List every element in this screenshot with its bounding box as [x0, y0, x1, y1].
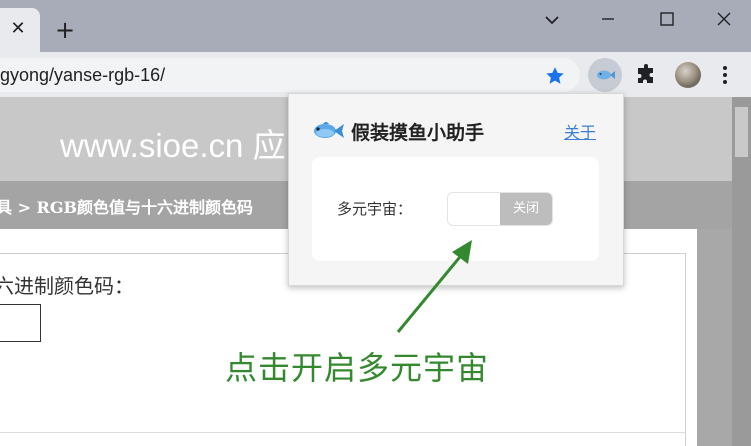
about-link[interactable]: 关于 [564, 119, 596, 143]
toggle-off-button[interactable]: 关闭 [500, 193, 552, 225]
chevron-down-icon[interactable] [540, 8, 564, 32]
scrollbar-thumb[interactable] [735, 107, 748, 157]
minimize-icon[interactable] [590, 6, 626, 32]
site-name[interactable]: www.sioe.cn 应 [60, 119, 286, 167]
browser-tab[interactable]: ✕ [0, 8, 40, 52]
breadcrumb-text[interactable]: 具 > RGB颜色值与十六进制颜色码 [0, 194, 253, 218]
fish-icon [311, 119, 345, 143]
puzzle-icon[interactable] [629, 58, 663, 92]
metaverse-toggle[interactable]: 关闭 [447, 192, 553, 226]
maximize-icon[interactable] [649, 6, 685, 32]
browser-toolbar: gyong/yanse-rgb-16/ [0, 52, 751, 97]
address-bar[interactable]: gyong/yanse-rgb-16/ [0, 58, 580, 92]
url-text[interactable]: gyong/yanse-rgb-16/ [0, 65, 165, 86]
window-close-icon[interactable] [706, 6, 742, 32]
avatar[interactable] [671, 58, 705, 92]
profile-photo [675, 62, 701, 88]
annotation-text: 点击开启多元宇宙 [225, 349, 490, 387]
fish-extension-icon[interactable] [588, 58, 622, 92]
star-icon[interactable] [544, 65, 566, 87]
hex-code-label: 六进制颜色码： [0, 274, 134, 298]
annotation-arrow-icon [396, 240, 472, 333]
close-icon[interactable]: ✕ [8, 18, 28, 40]
hex-code-input[interactable] [0, 304, 41, 342]
new-tab-button[interactable]: + [52, 17, 78, 43]
divider [0, 432, 686, 433]
page-scrollbar[interactable] [732, 97, 751, 446]
tab-strip: ✕ + [0, 0, 751, 52]
popup-title: 假装摸鱼小助手 [351, 122, 485, 144]
kebab-menu-icon[interactable] [714, 64, 736, 86]
metaverse-label: 多元宇宙： [337, 200, 413, 218]
